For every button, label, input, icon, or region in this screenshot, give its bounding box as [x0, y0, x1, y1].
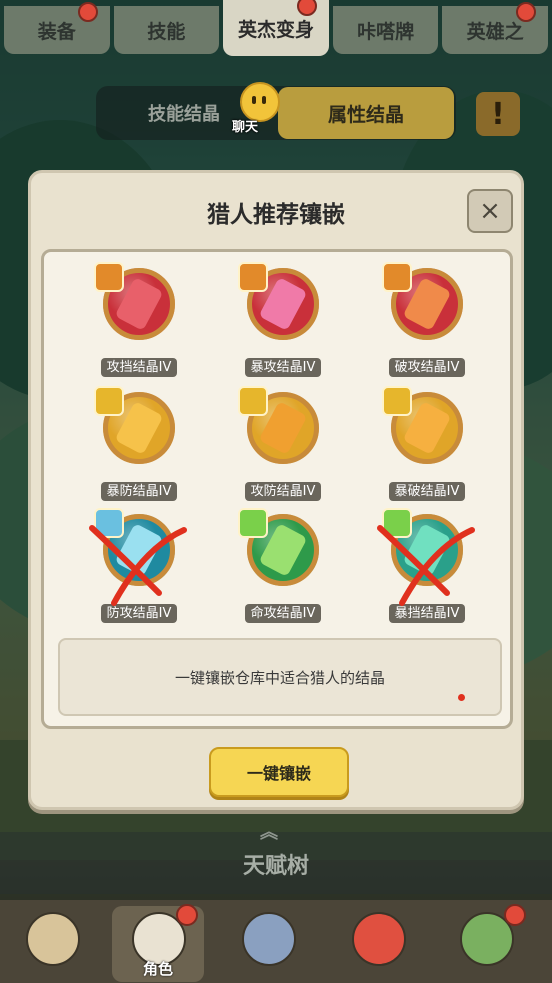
notification-badge [176, 904, 198, 926]
tab-kada-cards[interactable]: 咔嗒牌 [332, 6, 439, 54]
hero-avatar-1-icon [26, 912, 80, 966]
crystal-label: 暴防结晶IV [84, 480, 194, 501]
bottom-nav-item[interactable] [6, 906, 98, 982]
tab-hero-of[interactable]: 英雄之 [442, 2, 548, 54]
crystal-type-badge-icon [238, 262, 268, 292]
talent-tree-label: 天赋树 [242, 854, 309, 879]
crystal-type-badge-icon [94, 262, 124, 292]
notification-badge [515, 2, 536, 22]
crystal-slot[interactable]: 暴破结晶IV [372, 386, 482, 506]
cross-stroke-2 [111, 527, 187, 606]
crystal-label: 攻挡结晶IV [84, 356, 194, 377]
crystal-type-badge-icon [238, 386, 268, 416]
dialog-title: 猎人推荐镶嵌 [207, 202, 345, 228]
close-icon[interactable]: × [467, 189, 513, 233]
info-icon[interactable]: ! [476, 92, 520, 136]
tab-skills[interactable]: 技能 [113, 6, 220, 54]
chat-label: 聊天 [232, 120, 259, 135]
dragon-avatar-icon [352, 912, 406, 966]
tab-hero-transform[interactable]: 英杰变身 [223, 0, 329, 56]
description-text: 一键镶嵌仓库中适合猎人的结晶 [174, 668, 385, 687]
bottom-nav-item[interactable] [440, 904, 532, 982]
crystal-type-badge-icon [382, 386, 412, 416]
crystal-slot[interactable]: 防攻结晶IV [84, 508, 194, 628]
tab-equipment[interactable]: 装备 [4, 2, 110, 54]
red-dot [458, 694, 465, 701]
bottom-nav-item[interactable] [222, 906, 314, 982]
subtab-skill-crystal[interactable]: 技能结晶 [148, 100, 220, 126]
crystal-type-badge-icon [238, 508, 268, 538]
nav-label: 角色 [142, 960, 173, 978]
crystal-type-badge-icon [94, 386, 124, 416]
crystal-label: 攻防结晶IV [228, 480, 338, 501]
crystal-slot[interactable]: 破攻结晶IV [372, 262, 482, 382]
bottom-nav-item[interactable] [332, 906, 424, 982]
notification-badge [504, 904, 526, 926]
crystal-slot[interactable]: 暴防结晶IV [84, 386, 194, 506]
description-box: 一键镶嵌仓库中适合猎人的结晶 [58, 638, 502, 716]
chevron-up-icon: ︽ [260, 822, 278, 843]
gem-grid-panel: 攻挡结晶IV 暴攻结晶IV 破攻结晶IV 暴防结晶IV 攻防结晶IV 暴破结晶IV 防攻结晶… [41, 249, 513, 729]
crystal-label: 暴破结晶IV [372, 480, 482, 501]
red-cross-mark [377, 525, 475, 606]
chat-button[interactable]: 聊天 [228, 82, 282, 136]
crystal-slot[interactable]: 暴攻结晶IV [228, 262, 338, 382]
crystal-slot[interactable]: 暴挡结晶IV [372, 508, 482, 628]
subtab-attribute-crystal[interactable]: 属性结晶 [278, 87, 454, 139]
crystal-type-badge-icon [382, 262, 412, 292]
recommend-inlay-dialog: 猎人推荐镶嵌 × 攻挡结晶IV 暴攻结晶IV 破攻结晶IV 暴防结晶IV 攻防结晶IV 暴… [28, 170, 524, 810]
crystal-label: 暴攻结晶IV [228, 356, 338, 377]
crystal-slot[interactable]: 攻防结晶IV [228, 386, 338, 506]
crystal-slot[interactable]: 攻挡结晶IV [84, 262, 194, 382]
notification-badge [77, 2, 98, 22]
red-cross-mark [89, 525, 187, 606]
crystal-label: 破攻结晶IV [372, 356, 482, 377]
sword-shield-icon [242, 912, 296, 966]
cross-stroke-2 [399, 527, 475, 606]
top-tabs: 装备 技能 英杰变身 咔嗒牌 英雄之 [0, 0, 552, 56]
bottom-nav-item[interactable]: 角色 [112, 904, 204, 982]
one-click-inlay-button[interactable]: 一键镶嵌 [209, 747, 349, 797]
crystal-slot[interactable]: 命攻结晶IV [228, 508, 338, 628]
crystal-label: 命攻结晶IV [228, 602, 338, 623]
